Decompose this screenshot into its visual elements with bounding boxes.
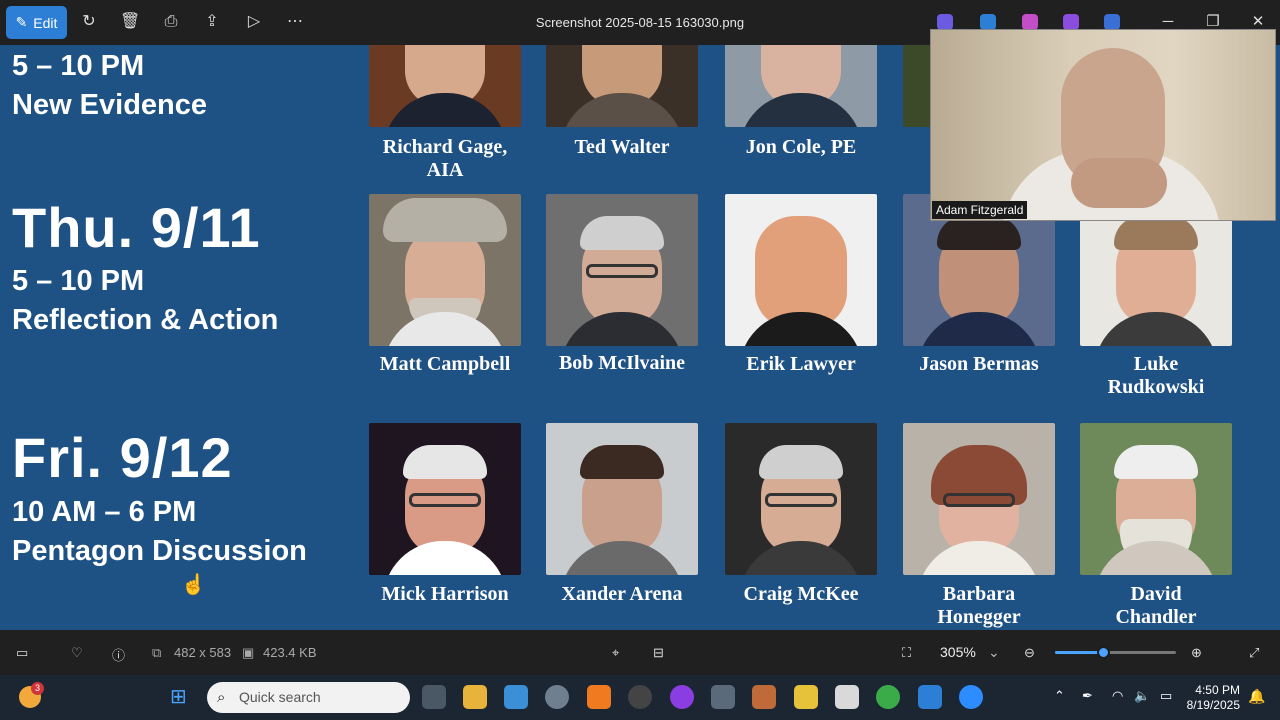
clock-date: 8/19/2025 [1186, 698, 1240, 712]
speaker-photo-barbara-honegger [903, 423, 1055, 575]
search-placeholder: Quick search [239, 689, 321, 705]
zoom-out-icon[interactable]: ⊖ [1024, 645, 1035, 661]
speaker-name-erik-lawyer: Erik Lawyer [746, 353, 856, 375]
zoom-slider-thumb[interactable] [1097, 646, 1111, 659]
settings-icon[interactable] [545, 685, 569, 709]
speaker-name-richard-gage: Richard Gage, AIA [382, 136, 508, 181]
speaker-photo-mick-harrison [369, 423, 521, 575]
info-icon[interactable]: ⓘ [112, 645, 125, 664]
day3-topic: Pentagon Discussion [12, 535, 307, 567]
windows-taskbar: 3 ⊞ ⌕ Quick search ⌃ ✒ ◠ 🔈 ▭ 4:50 PM 8/1… [0, 675, 1280, 720]
windows-start-icon[interactable]: ⊞ [170, 686, 192, 708]
text-scan-icon[interactable]: ⊟ [653, 645, 664, 661]
speaker-name-luke-rudkowski: Luke Rudkowski [1107, 353, 1205, 398]
app-icon-white[interactable] [835, 685, 859, 709]
speaker-photo [369, 45, 521, 127]
app-icon-store[interactable] [504, 685, 528, 709]
webcam-video[interactable] [930, 29, 1276, 221]
filmstrip-icon[interactable]: ▭ [16, 645, 28, 661]
webcam-participant-name: Adam Fitzgerald [932, 201, 1028, 219]
day2-topic: Reflection & Action [12, 304, 279, 336]
notepad-icon[interactable] [794, 685, 818, 709]
speaker-name-xander-arena: Xander Arena [561, 583, 683, 605]
speaker-name-barbara-honegger: Barbara Honegger [937, 583, 1021, 628]
file-explorer-icon[interactable] [463, 685, 487, 709]
file-size: 423.4 KB [263, 645, 317, 660]
photos-icon[interactable] [918, 685, 942, 709]
day2-time: 5 – 10 PM [12, 265, 145, 297]
volume-icon[interactable]: 🔈 [1134, 688, 1150, 704]
clock-time: 4:50 PM [1195, 683, 1240, 697]
visual-search-icon[interactable]: ⌖ [612, 645, 619, 661]
fit-to-window-icon[interactable]: ⛶ [902, 645, 911, 661]
speaker-name-mick-harrison: Mick Harrison [381, 583, 509, 605]
speaker-name-craig-mckee: Craig McKee [743, 583, 859, 605]
zoom-slider-fill [1055, 651, 1104, 654]
speaker-name-bob-mcilvaine: Bob McIlvaine [558, 352, 686, 374]
status-bar: ▭ ♡ ⓘ ⧉ 482 x 583 ▣ 423.4 KB ⌖ ⊟ ⛶ 305% … [0, 630, 1280, 675]
vlc-icon[interactable] [587, 685, 611, 709]
app-icon-orange[interactable] [752, 685, 776, 709]
speaker-photo [725, 45, 877, 127]
speaker-name-matt-campbell: Matt Campbell [379, 353, 511, 375]
chevron-down-icon: ⌄ [988, 644, 1000, 660]
app-icon-4[interactable] [1063, 14, 1079, 30]
chevron-up-icon[interactable]: ⌃ [1054, 688, 1065, 704]
app-icon-purple[interactable] [670, 685, 694, 709]
zoom-icon[interactable] [959, 685, 983, 709]
speaker-photo-david-chandler [1080, 423, 1232, 575]
speaker-name-jason-bermas: Jason Bermas [919, 353, 1039, 375]
pen-icon[interactable]: ✒ [1082, 688, 1093, 704]
speaker-photo [903, 45, 933, 127]
speaker-photo-erik-lawyer [725, 194, 877, 346]
system-clock[interactable]: 4:50 PM 8/19/2025 [1187, 683, 1240, 713]
app-icon-3[interactable] [1022, 14, 1038, 30]
hand-cursor-icon: ☝ [181, 574, 206, 596]
speaker-photo-xander-arena [546, 423, 698, 575]
speaker-photo-bob-mcilvaine [546, 194, 698, 346]
file-size-icon: ▣ [242, 645, 255, 660]
speaker-photo-craig-mckee [725, 423, 877, 575]
wifi-icon[interactable]: ◠ [1112, 688, 1123, 704]
zoom-in-icon[interactable]: ⊕ [1191, 645, 1202, 661]
speaker-photo [546, 45, 698, 127]
day1-topic: New Evidence [12, 89, 208, 121]
dimensions-icon: ⧉ [152, 645, 162, 660]
notification-bell-icon[interactable]: 🔔 [1248, 688, 1265, 705]
speaker-name-david-chandler: David Chandler [1115, 583, 1197, 628]
fullscreen-icon[interactable]: ⤢ [1249, 645, 1259, 661]
day3-time: 10 AM – 6 PM [12, 496, 197, 528]
photos-app-window: ✎ Edit ↻ 🗑 ⎙ ⇪ ▷ ⋯ Screenshot 2025-08-15… [0, 0, 1280, 720]
window-title: Screenshot 2025-08-15 163030.png [535, 15, 745, 30]
day2-date: Thu. 9/11 [12, 196, 261, 259]
speaker-photo-matt-campbell [369, 194, 521, 346]
copilot-icon[interactable] [937, 14, 953, 30]
calculator-icon[interactable] [711, 685, 735, 709]
task-view-icon[interactable] [422, 685, 446, 709]
zoom-level: 305% [940, 644, 976, 660]
day3-date: Fri. 9/12 [12, 426, 233, 489]
chrome-icon[interactable] [876, 685, 900, 709]
speaker-name-ted-walter: Ted Walter [574, 136, 670, 158]
app-icon-5[interactable] [1104, 14, 1120, 30]
taskbar-search-box[interactable]: ⌕ Quick search [207, 682, 410, 713]
speaker-name-jon-cole: Jon Cole, PE [745, 136, 857, 158]
zoom-dropdown[interactable]: 305% ⌄ [930, 638, 1010, 666]
search-icon: ⌕ [217, 689, 226, 706]
image-dimensions: 482 x 583 [174, 645, 232, 660]
day1-time: 5 – 10 PM [12, 50, 145, 82]
favorite-icon[interactable]: ♡ [71, 645, 83, 661]
battery-icon[interactable]: ▭ [1160, 688, 1172, 704]
app-icon-2[interactable] [980, 14, 996, 30]
media-player-icon[interactable] [628, 685, 652, 709]
zoom-slider[interactable] [1055, 646, 1176, 659]
notification-badge: 3 [31, 682, 44, 695]
